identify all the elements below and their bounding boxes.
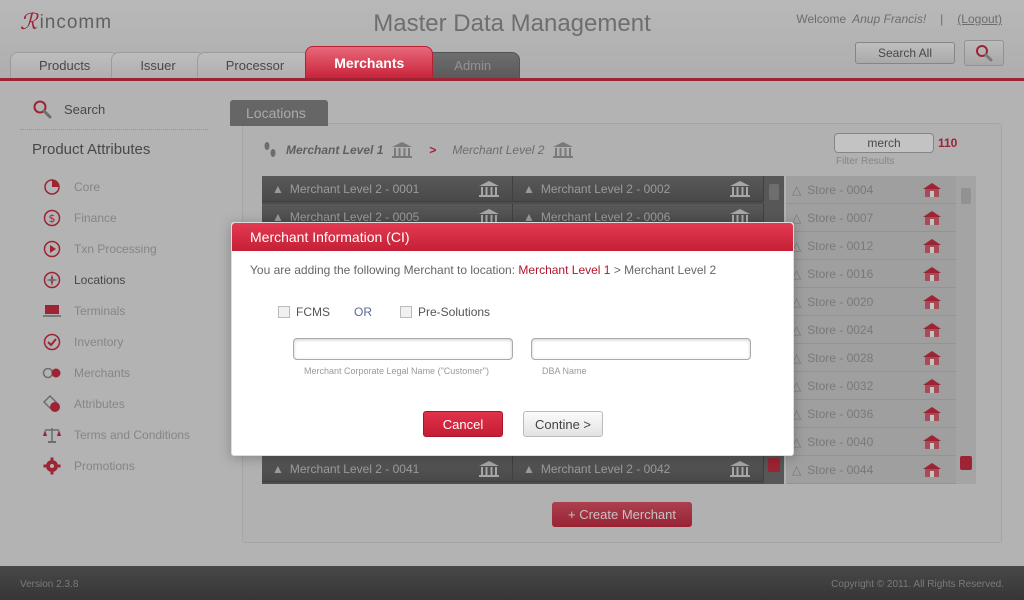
cancel-button[interactable]: Cancel xyxy=(423,411,503,437)
fcms-checkbox[interactable] xyxy=(278,306,290,318)
legal-name-label: Merchant Corporate Legal Name ("Customer… xyxy=(304,366,489,376)
source-options: FCMS OR Pre-Solutions xyxy=(278,305,490,319)
tab-merchants[interactable]: Merchants xyxy=(305,46,434,78)
message-rest: > Merchant Level 2 xyxy=(613,263,717,277)
legal-name-input[interactable] xyxy=(293,338,513,360)
pre-solutions-label: Pre-Solutions xyxy=(418,305,491,319)
or-label: OR xyxy=(354,305,372,319)
message-prefix: You are adding the following Merchant to… xyxy=(250,263,516,277)
dialog-message: You are adding the following Merchant to… xyxy=(250,263,716,277)
continue-button[interactable]: Contine > xyxy=(523,411,603,437)
fcms-label: FCMS xyxy=(296,305,330,319)
merchant-information-dialog: Merchant Information (CI) You are adding… xyxy=(231,222,794,456)
dba-name-input[interactable] xyxy=(531,338,751,360)
dba-name-label: DBA Name xyxy=(542,366,587,376)
dialog-title: Merchant Information (CI) xyxy=(232,223,793,251)
message-level1: Merchant Level 1 xyxy=(518,263,611,277)
pre-solutions-checkbox[interactable] xyxy=(400,306,412,318)
